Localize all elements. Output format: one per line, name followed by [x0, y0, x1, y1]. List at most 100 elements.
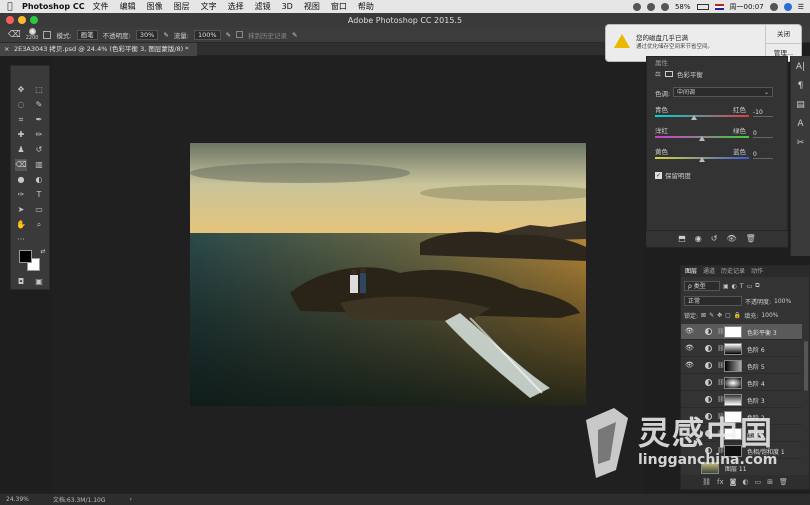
delete-layer-icon[interactable]: 🗑: [779, 478, 788, 486]
layer-mask-thumbnail[interactable]: [724, 377, 742, 389]
reset-icon[interactable]: ↺: [711, 234, 718, 243]
battery-icon[interactable]: [696, 3, 709, 10]
new-group-icon[interactable]: ▭: [755, 478, 762, 486]
type-tool-icon[interactable]: T: [33, 189, 45, 201]
layer-row[interactable]: 👁 ⛓ 色阶 5: [681, 358, 802, 374]
menu-3d[interactable]: 3D: [282, 2, 293, 11]
new-layer-icon[interactable]: ⊞: [767, 478, 773, 486]
cyan-red-slider-thumb[interactable]: [690, 115, 697, 120]
layer-thumbnail[interactable]: [701, 462, 719, 474]
lock-move-icon[interactable]: ✥: [717, 312, 722, 319]
foreground-color-swatch[interactable]: [19, 250, 32, 263]
quick-select-tool-icon[interactable]: ✎: [33, 99, 45, 111]
wifi-icon[interactable]: [660, 2, 669, 11]
layers-scrollbar[interactable]: [804, 341, 808, 391]
filter-image-icon[interactable]: ▣: [723, 283, 729, 290]
lock-all-icon[interactable]: 🔒: [734, 312, 741, 319]
filter-smart-icon[interactable]: ⧉: [755, 282, 759, 290]
magenta-green-value[interactable]: 0: [753, 130, 773, 138]
close-window-icon[interactable]: [6, 16, 14, 24]
layer-mask-thumbnail[interactable]: [724, 411, 742, 423]
eraser-tool-button-icon[interactable]: ⌫: [15, 159, 27, 171]
fx-icon[interactable]: fx: [717, 478, 724, 486]
tone-select[interactable]: 中间调 ⌄: [673, 87, 773, 97]
preserve-luminosity-checkbox[interactable]: ✓: [655, 171, 662, 179]
menu-type[interactable]: 文字: [201, 1, 217, 12]
glyphs-panel-icon[interactable]: A: [791, 116, 810, 132]
layer-mask-thumbnail[interactable]: [724, 394, 742, 406]
fill-field[interactable]: 100%: [761, 312, 778, 319]
blur-tool-icon[interactable]: ●: [15, 174, 27, 186]
filter-adjust-icon[interactable]: ◐: [732, 283, 737, 290]
layer-row[interactable]: ⛓ 色阶 2: [681, 409, 802, 425]
more-tools-icon[interactable]: ···: [15, 234, 27, 246]
mask-icon[interactable]: [664, 71, 673, 77]
layer-row[interactable]: 👁 ⛓ 色阶 6: [681, 341, 802, 357]
menu-filter[interactable]: 滤镜: [255, 1, 271, 12]
clip-to-layer-icon[interactable]: ⬒: [678, 234, 686, 243]
app-menu[interactable]: Photoshop CC: [22, 2, 85, 11]
canvas-area[interactable]: [52, 56, 645, 493]
layer-row[interactable]: ⛓ 曲线 1: [681, 426, 802, 442]
airbrush-icon[interactable]: ✎: [226, 31, 231, 39]
notification-close-button[interactable]: 关闭: [766, 25, 801, 44]
cyan-red-value[interactable]: -10: [753, 109, 773, 117]
add-mask-icon[interactable]: ◙: [730, 478, 737, 486]
menu-select[interactable]: 选择: [228, 1, 244, 12]
zoom-tool-icon[interactable]: ⌕: [33, 219, 45, 231]
opacity-field[interactable]: 30%: [135, 29, 159, 40]
erase-history-checkbox[interactable]: [236, 31, 244, 38]
layer-row[interactable]: 图层 11: [681, 460, 802, 476]
clock-icon[interactable]: [646, 2, 655, 11]
layer-mask-thumbnail[interactable]: [724, 343, 742, 355]
tab-history[interactable]: 历史记录: [721, 266, 745, 277]
blend-mode-select[interactable]: 正常: [684, 296, 742, 306]
canvas-photo[interactable]: [190, 143, 586, 406]
shape-tool-icon[interactable]: ▭: [33, 204, 45, 216]
menu-view[interactable]: 视图: [304, 1, 320, 12]
new-adjustment-icon[interactable]: ◐: [742, 478, 748, 486]
character-panel-icon[interactable]: A|: [791, 59, 810, 75]
menubar-clock[interactable]: 周一00:07: [730, 2, 764, 12]
flow-field[interactable]: 100%: [193, 29, 221, 40]
tab-layers[interactable]: 图层: [685, 266, 697, 277]
menu-edit[interactable]: 编辑: [120, 1, 136, 12]
flag-icon[interactable]: [714, 3, 724, 10]
layer-mask-thumbnail[interactable]: [724, 326, 742, 338]
record-icon[interactable]: [632, 2, 641, 11]
layer-mask-thumbnail[interactable]: [724, 445, 742, 457]
magenta-green-slider-thumb[interactable]: [699, 136, 705, 141]
menu-image[interactable]: 图像: [147, 1, 163, 12]
close-tab-icon[interactable]: ×: [4, 43, 9, 56]
trash-icon[interactable]: 🗑: [746, 234, 756, 243]
layer-row[interactable]: ⛓ 色阶 4: [681, 375, 802, 391]
pressure-size-icon[interactable]: ✎: [292, 31, 297, 39]
eyedropper-tool-icon[interactable]: ✒: [33, 114, 45, 126]
swap-colors-icon[interactable]: ⇄: [37, 246, 49, 258]
eye-icon[interactable]: 👁: [685, 344, 694, 352]
layer-mask-thumbnail[interactable]: [724, 360, 742, 372]
filter-type-icon[interactable]: T: [740, 283, 744, 290]
tab-channels[interactable]: 通道: [703, 266, 715, 277]
layer-mask-thumbnail[interactable]: [724, 428, 742, 440]
layer-row[interactable]: ⛓ 色相/饱和度 1: [681, 443, 802, 459]
yellow-blue-slider-thumb[interactable]: [699, 157, 705, 162]
hand-tool-icon[interactable]: ✋: [15, 219, 27, 231]
lock-artboard-icon[interactable]: ▢: [725, 312, 731, 319]
mode-select[interactable]: 画笔: [76, 29, 98, 40]
minimize-window-icon[interactable]: [18, 16, 26, 24]
filter-shape-icon[interactable]: ▭: [747, 283, 753, 290]
gradient-tool-icon[interactable]: ▥: [33, 159, 45, 171]
document-tab[interactable]: × 2E3A3043 拷贝.psd @ 24.4% (色彩平衡 3, 图层蒙版/…: [0, 43, 197, 56]
tools-preset-icon[interactable]: ✂: [791, 135, 810, 151]
menu-list-icon[interactable]: ☰: [798, 3, 804, 11]
brush-panel-icon[interactable]: [43, 30, 52, 39]
yellow-blue-value[interactable]: 0: [753, 151, 773, 159]
user-avatar-icon[interactable]: [783, 2, 792, 11]
layer-opacity-field[interactable]: 100%: [774, 298, 791, 305]
pressure-opacity-icon[interactable]: ✎: [163, 31, 168, 39]
zoom-level[interactable]: 24.39%: [6, 496, 29, 503]
menu-layer[interactable]: 图层: [174, 1, 190, 12]
history-brush-tool-icon[interactable]: ↺: [33, 144, 45, 156]
eye-icon[interactable]: 👁: [685, 327, 694, 335]
